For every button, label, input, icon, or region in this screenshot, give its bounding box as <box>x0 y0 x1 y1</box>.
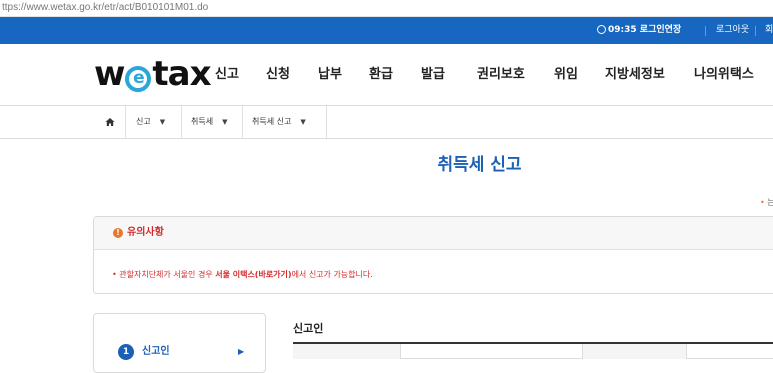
notice-text-prefix: • 관할자치단체가 서울인 경우 <box>112 270 216 279</box>
divider <box>242 106 243 138</box>
nav-my-wetax[interactable]: 나의위택스 <box>694 44 754 106</box>
logo-text-left: w <box>94 54 125 94</box>
extend-login-button[interactable]: 로그인연장 <box>640 25 681 35</box>
logout-link[interactable]: 로그아웃 <box>716 17 749 44</box>
divider <box>181 106 182 138</box>
divider <box>755 26 756 36</box>
nav-rights-protection[interactable]: 권리보호 <box>477 44 525 106</box>
step-navigation: 1 신고인 ▶ <box>93 313 266 373</box>
step-number: 1 <box>118 344 134 360</box>
clock-icon <box>597 25 606 34</box>
notice-box: ! 유의사항 • 관할자치단체가 서울인 경우 서울 이택스(바로가기)에서 신… <box>93 216 773 294</box>
caret-down-icon: ▼ <box>159 118 166 126</box>
arrow-right-icon: ▶ <box>238 347 245 356</box>
required-field-note: • 는 <box>760 197 773 208</box>
nav-delegation[interactable]: 위임 <box>554 44 578 106</box>
divider <box>705 26 706 36</box>
main-navigation: w e tax 신고 신청 납부 환급 발급 권리보호 위임 지방세정보 나의위택스 <box>0 44 773 106</box>
member-info-link[interactable]: 회 <box>765 17 773 44</box>
nav-refund[interactable]: 환급 <box>369 44 393 106</box>
notice-title: 유의사항 <box>127 227 164 238</box>
divider <box>125 106 126 138</box>
caret-down-icon: ▼ <box>300 118 306 126</box>
nav-payment[interactable]: 납부 <box>318 44 342 106</box>
notice-text-suffix: 에서 신고가 가능합니다. <box>291 270 373 279</box>
table-row <box>293 344 773 359</box>
page-title: 취득세 신고 <box>437 155 522 175</box>
breadcrumb-level1-label: 신고 <box>136 117 151 126</box>
table-header-cell <box>293 344 401 359</box>
notice-header: ! 유의사항 <box>94 217 773 250</box>
alert-icon: ! <box>113 228 123 238</box>
breadcrumb-level3[interactable]: 취득세 신고 ▼ <box>252 106 306 138</box>
notice-text: • 관할자치단체가 서울인 경우 서울 이택스(바로가기)에서 신고가 가능합니… <box>112 269 373 280</box>
logo-text-right: tax <box>152 54 211 94</box>
session-time: 09:35 <box>608 25 637 35</box>
breadcrumb-level2-label: 취득세 <box>191 117 214 126</box>
nav-apply[interactable]: 신청 <box>266 44 290 106</box>
session-timer: 09:35 로그인연장 <box>597 17 681 44</box>
nav-issue[interactable]: 발급 <box>421 44 445 106</box>
required-note-text: 는 <box>767 198 773 207</box>
step-reporter[interactable]: 신고인 <box>142 344 170 360</box>
top-utility-bar: 09:35 로그인연장 로그아웃 회 <box>0 17 773 44</box>
address-bar[interactable]: ttps://www.wetax.go.kr/etr/act/B010101M0… <box>0 0 773 17</box>
logo-e-mark: e <box>125 66 152 92</box>
home-icon[interactable] <box>105 117 115 127</box>
divider <box>326 106 327 138</box>
section-title: 신고인 <box>293 322 324 335</box>
breadcrumb: 신고 ▼ 취득세 ▼ 취득세 신고 ▼ <box>0 106 773 139</box>
breadcrumb-level3-label: 취득세 신고 <box>252 117 292 126</box>
breadcrumb-level1[interactable]: 신고 ▼ <box>136 106 165 138</box>
required-dot: • <box>760 198 765 207</box>
nav-local-tax-info[interactable]: 지방세정보 <box>605 44 665 106</box>
wetax-logo[interactable]: w e tax <box>94 54 212 94</box>
caret-down-icon: ▼ <box>222 118 228 126</box>
seoul-etax-link[interactable]: 서울 이택스(바로가기) <box>215 270 291 279</box>
table-header-cell <box>582 344 687 359</box>
nav-report[interactable]: 신고 <box>215 44 239 106</box>
breadcrumb-level2[interactable]: 취득세 ▼ <box>191 106 227 138</box>
